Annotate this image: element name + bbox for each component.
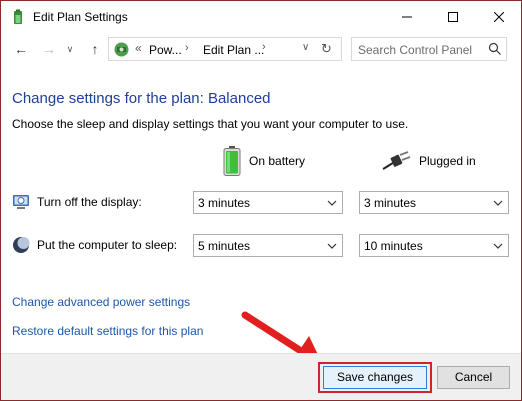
up-arrow-icon[interactable]: ↑ — [87, 41, 103, 57]
breadcrumb-power-options[interactable]: Pow... — [149, 43, 182, 57]
back-arrow-icon[interactable]: ← — [13, 41, 29, 57]
breadcrumb-overflow-icon[interactable]: « — [135, 41, 142, 55]
sleep-plugged-dropdown[interactable]: 10 minutes — [359, 234, 509, 257]
close-icon — [494, 11, 504, 22]
sleep-battery-value: 5 minutes — [198, 239, 251, 253]
power-options-icon — [14, 9, 22, 24]
minimize-icon — [402, 16, 412, 17]
search-input[interactable] — [358, 43, 486, 57]
sleep-moon-icon — [13, 237, 30, 253]
sleep-setting-label: Put the computer to sleep: — [37, 238, 178, 252]
search-icon[interactable] — [488, 42, 502, 56]
display-icon — [13, 195, 29, 209]
breadcrumb-edit-plan[interactable]: Edit Plan ... — [203, 43, 264, 57]
chevron-down-icon — [327, 200, 337, 206]
display-plugged-value: 3 minutes — [364, 196, 417, 210]
sleep-battery-dropdown[interactable]: 5 minutes — [193, 234, 343, 257]
power-plug-icon — [382, 151, 411, 170]
column-header-battery: On battery — [223, 146, 305, 176]
address-bar[interactable]: « Pow... › Edit Plan ... › ∨ ↻ — [108, 37, 342, 61]
save-changes-button[interactable]: Save changes — [323, 366, 427, 389]
display-plugged-dropdown[interactable]: 3 minutes — [359, 191, 509, 214]
cancel-button[interactable]: Cancel — [437, 366, 510, 389]
column-header-plugged: Plugged in — [381, 146, 476, 176]
breadcrumb-separator-icon: › — [185, 42, 189, 54]
battery-icon — [223, 146, 241, 176]
chevron-down-icon — [493, 200, 503, 206]
column-label-plugged: Plugged in — [419, 154, 476, 168]
dialog-footer: Save changes Cancel — [1, 353, 521, 400]
maximize-button[interactable] — [430, 1, 476, 32]
column-label-battery: On battery — [249, 154, 306, 168]
forward-arrow-icon[interactable]: → — [41, 41, 57, 57]
display-setting-label: Turn off the display: — [37, 195, 142, 209]
navigation-bar: ← → ∨ ↑ « Pow... › Edit Plan ... › ∨ ↻ — [1, 32, 521, 66]
page-description: Choose the sleep and display settings th… — [12, 117, 409, 131]
refresh-icon[interactable]: ↻ — [321, 41, 332, 57]
display-battery-value: 3 minutes — [198, 196, 251, 210]
display-battery-dropdown[interactable]: 3 minutes — [193, 191, 343, 214]
chevron-down-icon — [493, 243, 503, 249]
maximize-icon — [448, 11, 458, 22]
page-title: Change settings for the plan: Balanced — [12, 90, 271, 107]
recent-locations-chevron-icon[interactable]: ∨ — [65, 41, 75, 57]
chevron-down-icon — [327, 243, 337, 249]
window-title: Edit Plan Settings — [33, 10, 128, 24]
minimize-button[interactable] — [384, 1, 430, 32]
edit-plan-settings-window: Edit Plan Settings ← → ∨ ↑ « Pow... › Ed… — [0, 0, 522, 401]
sleep-plugged-value: 10 minutes — [364, 239, 423, 253]
title-bar: Edit Plan Settings — [1, 1, 521, 32]
search-box[interactable] — [351, 37, 507, 61]
advanced-power-settings-link[interactable]: Change advanced power settings — [12, 295, 190, 309]
control-panel-icon — [114, 42, 129, 57]
restore-defaults-link[interactable]: Restore default settings for this plan — [12, 324, 203, 338]
address-dropdown-icon[interactable]: ∨ — [302, 42, 309, 53]
breadcrumb-separator-icon: › — [262, 41, 266, 53]
close-button[interactable] — [476, 1, 522, 32]
